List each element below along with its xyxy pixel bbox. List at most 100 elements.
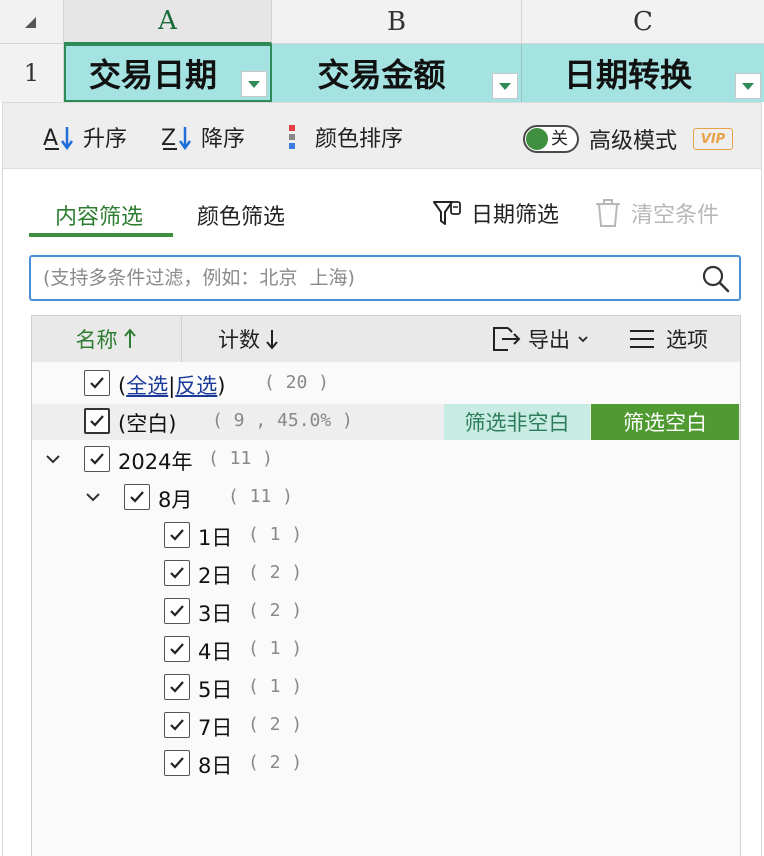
- chevron-down-icon[interactable]: [82, 486, 104, 508]
- list-item-day: 7日 ( 2 ): [32, 708, 740, 744]
- sort-by-count-button[interactable]: 计数: [218, 324, 280, 354]
- day-label: 1日: [198, 526, 233, 550]
- filter-panel: A 升序 Z 降序 颜色排序 关 高级模式 VIP 内容筛选 颜色筛选 日期筛选…: [2, 102, 762, 856]
- corner-triangle-icon: [25, 17, 36, 28]
- svg-text:A: A: [43, 126, 58, 151]
- checkmark-icon: [170, 529, 184, 541]
- sort-ascending-label: 升序: [83, 127, 128, 152]
- invert-selection-link[interactable]: 反选: [175, 374, 217, 398]
- sort-descending-button[interactable]: Z 降序: [161, 121, 245, 153]
- toggle-knob: [526, 128, 548, 150]
- filter-dropdown-button-b[interactable]: [492, 73, 518, 99]
- list-item-month: 8月 ( 11 ): [32, 480, 740, 516]
- clear-conditions-button[interactable]: 清空条件: [593, 195, 719, 231]
- select-all-link[interactable]: 全选: [126, 374, 168, 398]
- day-count: ( 1 ): [248, 638, 303, 659]
- sort-descending-label: 降序: [201, 127, 246, 152]
- select-all-corner[interactable]: [0, 0, 64, 44]
- day-count: ( 1 ): [248, 676, 303, 697]
- select-all-checkbox[interactable]: [84, 370, 110, 396]
- funnel-icon: [433, 201, 461, 225]
- list-item-blank: (空白) ( 9 , 45.0% ) 筛选非空白 筛选空白: [32, 404, 740, 440]
- year-checkbox[interactable]: [84, 446, 110, 472]
- cell-a1-text: 交易日期: [88, 56, 217, 94]
- day-label: 5日: [198, 678, 233, 702]
- day-checkbox[interactable]: [164, 598, 190, 624]
- sort-by-name-button[interactable]: 名称: [32, 316, 182, 362]
- day-checkbox[interactable]: [164, 750, 190, 776]
- filter-blank-button[interactable]: 筛选空白: [591, 404, 739, 440]
- day-count: ( 2 ): [248, 600, 303, 621]
- vip-badge: VIP: [693, 128, 733, 150]
- export-button[interactable]: 导出: [490, 322, 596, 356]
- count-column-label: 计数: [218, 328, 260, 352]
- list-item-day: 8日 ( 2 ): [32, 746, 740, 782]
- filter-dropdown-button-c[interactable]: [735, 73, 761, 99]
- day-label: 3日: [198, 602, 233, 626]
- month-checkbox[interactable]: [124, 484, 150, 510]
- search-box: [29, 255, 741, 301]
- blank-count: ( 9 , 45.0% ): [212, 410, 353, 431]
- day-checkbox[interactable]: [164, 560, 190, 586]
- day-count: ( 2 ): [248, 562, 303, 583]
- search-icon[interactable]: [701, 264, 731, 294]
- year-count: ( 11 ): [208, 448, 274, 469]
- color-sort-button[interactable]: 颜色排序: [285, 121, 403, 153]
- tab-content-filter[interactable]: 内容筛选: [55, 199, 143, 231]
- spreadsheet-header: A B C 1 交易日期 交易金额 日期转换: [0, 0, 764, 102]
- list-header: 名称 计数 导出 选项: [32, 316, 740, 362]
- chevron-down-icon[interactable]: [42, 448, 64, 470]
- row-header-1[interactable]: 1: [0, 44, 64, 102]
- advanced-mode-toggle[interactable]: 关: [523, 125, 579, 153]
- clear-conditions-label: 清空条件: [631, 203, 720, 228]
- chevron-down-icon: [578, 336, 588, 343]
- advanced-mode-label: 高级模式: [589, 129, 678, 154]
- date-filter-button[interactable]: 日期筛选: [431, 195, 559, 231]
- cell-a1[interactable]: 交易日期: [64, 44, 272, 102]
- day-checkbox[interactable]: [164, 522, 190, 548]
- menu-icon: [630, 330, 654, 348]
- cell-b1[interactable]: 交易金额: [272, 44, 522, 102]
- year-label: 2024年: [118, 450, 193, 474]
- select-all-label-group: (全选|反选): [118, 370, 225, 400]
- checkmark-icon: [170, 643, 184, 655]
- checkmark-icon: [170, 567, 184, 579]
- svg-text:Z: Z: [161, 126, 176, 151]
- list-item-day: 2日 ( 2 ): [32, 556, 740, 592]
- cell-c1[interactable]: 日期转换: [522, 44, 764, 102]
- day-checkbox[interactable]: [164, 674, 190, 700]
- day-checkbox[interactable]: [164, 712, 190, 738]
- list-item-select-all: (全选|反选) ( 20 ): [32, 366, 740, 402]
- select-all-count: ( 20 ): [264, 372, 330, 393]
- month-count: ( 11 ): [228, 486, 294, 507]
- day-checkbox[interactable]: [164, 636, 190, 662]
- list-item-day: 4日 ( 1 ): [32, 632, 740, 668]
- sort-ascending-button[interactable]: A 升序: [43, 121, 127, 153]
- list-item-day: 3日 ( 2 ): [32, 594, 740, 630]
- filter-nonblank-button[interactable]: 筛选非空白: [444, 404, 590, 440]
- checkmark-icon: [90, 415, 104, 427]
- date-filter-label: 日期筛选: [471, 203, 560, 228]
- checkmark-icon: [170, 757, 184, 769]
- search-input[interactable]: [43, 263, 693, 293]
- cell-c1-text: 日期转换: [563, 56, 692, 94]
- day-label: 4日: [198, 640, 233, 664]
- value-list: 名称 计数 导出 选项 (全选|反选) (20) (空白) (9 , 45…: [31, 315, 741, 856]
- column-header-b[interactable]: B: [272, 0, 522, 44]
- arrow-up-icon: [123, 328, 136, 348]
- column-header-c[interactable]: C: [522, 0, 764, 44]
- blank-checkbox[interactable]: [84, 408, 110, 434]
- filter-dropdown-button-a[interactable]: [241, 71, 267, 97]
- tab-color-filter[interactable]: 颜色筛选: [197, 199, 285, 231]
- dropdown-arrow-icon: [742, 82, 754, 90]
- dropdown-arrow-icon: [499, 82, 511, 90]
- checkmark-icon: [170, 605, 184, 617]
- export-label: 导出: [528, 328, 570, 352]
- paren-close: ): [217, 374, 226, 398]
- dropdown-arrow-icon: [248, 80, 260, 88]
- day-count: ( 1 ): [248, 524, 303, 545]
- sort-toolbar: A 升序 Z 降序 颜色排序 关 高级模式 VIP: [3, 103, 761, 169]
- cell-b1-text: 交易金额: [317, 56, 446, 94]
- options-button[interactable]: 选项: [628, 322, 708, 356]
- column-header-a[interactable]: A: [64, 0, 272, 44]
